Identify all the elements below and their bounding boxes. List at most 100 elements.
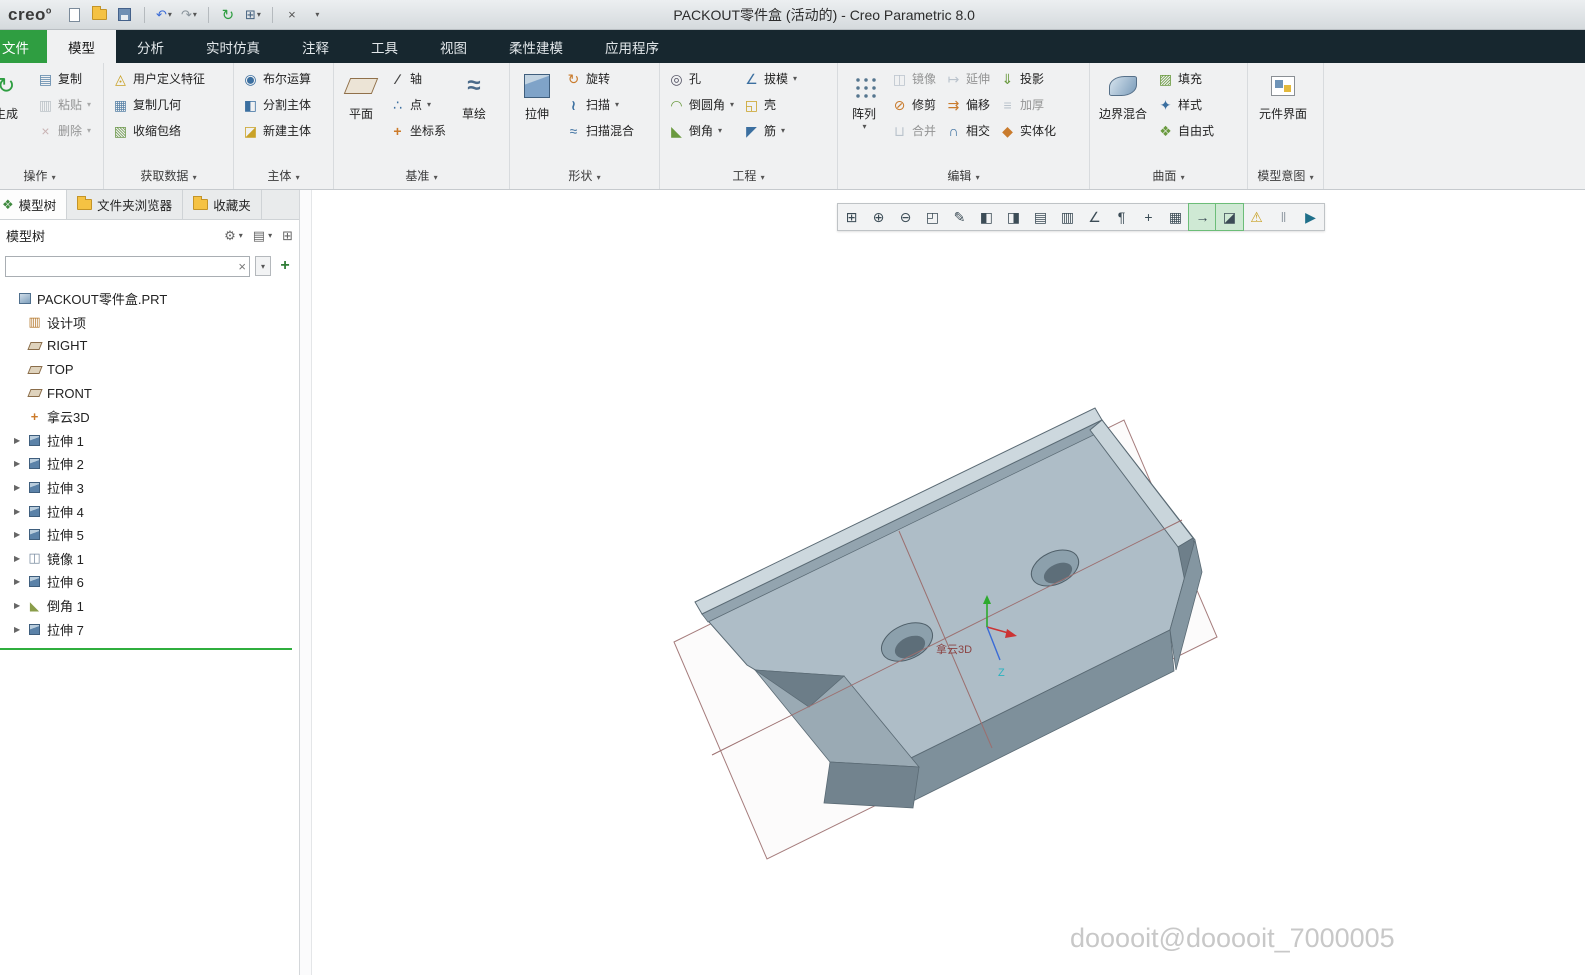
- group-label-datum[interactable]: 基准 ▾: [334, 167, 509, 188]
- extrude-button[interactable]: 拉伸: [515, 66, 559, 122]
- round-button[interactable]: ◠ 倒圆角 ▾: [665, 92, 737, 117]
- save-icon[interactable]: [116, 6, 134, 24]
- freestyle-button[interactable]: ❖ 自由式: [1154, 118, 1217, 143]
- tab-file[interactable]: 文件: [0, 30, 47, 63]
- tree-item-extrude-5[interactable]: ▶ 拉伸 5: [0, 523, 299, 547]
- search-clear-icon[interactable]: ×: [238, 259, 246, 274]
- group-label-editing[interactable]: 编辑 ▾: [838, 167, 1089, 188]
- tree-item-root[interactable]: PACKOUT零件盒.PRT: [0, 287, 299, 311]
- point-button[interactable]: ∴ 点 ▾: [386, 92, 449, 117]
- model-viewport[interactable]: 拿云3D Z dooooit@dooooit_7000005: [312, 190, 1585, 975]
- regenerate-button[interactable]: ↻ 生成: [0, 66, 31, 122]
- paste-button[interactable]: ▥ 粘贴 ▾: [34, 92, 94, 117]
- expander-icon[interactable]: ▶: [14, 554, 26, 563]
- tab-model[interactable]: 模型: [47, 30, 116, 63]
- tree-item-extrude-4[interactable]: ▶ 拉伸 4: [0, 499, 299, 523]
- group-label-surfaces[interactable]: 曲面 ▾: [1090, 167, 1247, 188]
- delete-button[interactable]: × 删除 ▾: [34, 118, 94, 143]
- fill-button[interactable]: ▨ 填充: [1154, 66, 1217, 91]
- expand-all-icon[interactable]: ⊞: [282, 228, 293, 244]
- new-body-button[interactable]: ◪ 新建主体: [239, 118, 314, 143]
- csys-button[interactable]: + 坐标系: [386, 118, 449, 143]
- tree-item-right-plane[interactable]: RIGHT: [0, 334, 299, 358]
- panel-tab-model-tree[interactable]: ❖ 模型树: [0, 190, 68, 219]
- expander-icon[interactable]: ▶: [14, 507, 26, 516]
- tree-item-design-items[interactable]: ▥ 设计项: [0, 311, 299, 335]
- panel-tab-folder-browser[interactable]: 文件夹浏览器: [67, 190, 184, 219]
- group-label-engineering[interactable]: 工程 ▾: [660, 167, 837, 188]
- rib-button[interactable]: ◤ 筋 ▾: [740, 118, 800, 143]
- project-button[interactable]: ⇓ 投影: [996, 66, 1059, 91]
- swept-blend-button[interactable]: ≈ 扫描混合: [562, 118, 637, 143]
- search-add-icon[interactable]: +: [276, 256, 294, 276]
- open-file-icon[interactable]: [91, 6, 109, 24]
- expander-icon[interactable]: ▶: [14, 625, 26, 634]
- copy-button[interactable]: ▤ 复制: [34, 66, 94, 91]
- search-dropdown-icon[interactable]: ▾: [255, 256, 271, 276]
- component-interface-button[interactable]: 元件界面: [1253, 66, 1313, 122]
- tree-item-mirror-1[interactable]: ▶ ◫ 镜像 1: [0, 547, 299, 571]
- list-options-icon[interactable]: ▤ ▾: [253, 228, 272, 244]
- tree-item-extrude-6[interactable]: ▶ 拉伸 6: [0, 570, 299, 594]
- tab-flexible-modeling[interactable]: 柔性建模: [488, 30, 584, 63]
- group-label-body[interactable]: 主体 ▾: [234, 167, 333, 188]
- tab-annotate[interactable]: 注释: [281, 30, 350, 63]
- shrinkwrap-button[interactable]: ▧ 收缩包络: [109, 118, 208, 143]
- tree-item-top-plane[interactable]: TOP: [0, 358, 299, 382]
- copy-geometry-button[interactable]: ▦ 复制几何: [109, 92, 208, 117]
- tree-item-csys[interactable]: + 拿云3D: [0, 405, 299, 429]
- sketch-button[interactable]: ≈ 草绘: [452, 66, 496, 122]
- axis-button[interactable]: ∕ 轴: [386, 66, 449, 91]
- group-label-get-data[interactable]: 获取数据 ▾: [104, 167, 233, 188]
- tree-item-extrude-1[interactable]: ▶ 拉伸 1: [0, 429, 299, 453]
- split-body-button[interactable]: ◧ 分割主体: [239, 92, 314, 117]
- sweep-button[interactable]: ≀ 扫描 ▾: [562, 92, 637, 117]
- boolean-button[interactable]: ◉ 布尔运算: [239, 66, 314, 91]
- pattern-button[interactable]: 阵列 ▾: [843, 66, 885, 131]
- panel-tab-favorites[interactable]: 收藏夹: [183, 190, 262, 219]
- group-label-operations[interactable]: 操作 ▾: [0, 167, 103, 188]
- mirror-button[interactable]: ◫ 镜像: [888, 66, 939, 91]
- tree-item-extrude-3[interactable]: ▶ 拉伸 3: [0, 476, 299, 500]
- boundary-blend-button[interactable]: 边界混合: [1095, 66, 1151, 122]
- tree-search-input[interactable]: [5, 255, 250, 277]
- extend-button[interactable]: ↦ 延伸: [942, 66, 993, 91]
- hole-button[interactable]: ◎ 孔: [665, 66, 737, 91]
- tab-view[interactable]: 视图: [419, 30, 488, 63]
- trim-button[interactable]: ⊘ 修剪: [888, 92, 939, 117]
- new-file-icon[interactable]: [66, 6, 84, 24]
- close-window-icon[interactable]: ×: [283, 6, 301, 24]
- tree-item-chamfer-1[interactable]: ▶ ◣ 倒角 1: [0, 594, 299, 618]
- redo-icon[interactable]: ↷ ▾: [180, 6, 198, 24]
- revolve-button[interactable]: ↻ 旋转: [562, 66, 637, 91]
- solidify-button[interactable]: ◆ 实体化: [996, 118, 1059, 143]
- window-settings-icon[interactable]: ⊞ ▾: [244, 6, 262, 24]
- group-label-shapes[interactable]: 形状 ▾: [510, 167, 659, 188]
- tab-analysis[interactable]: 分析: [116, 30, 185, 63]
- chamfer-button[interactable]: ◣ 倒角 ▾: [665, 118, 737, 143]
- draft-button[interactable]: ∠ 拔模 ▾: [740, 66, 800, 91]
- regenerate-icon[interactable]: ↻: [219, 6, 237, 24]
- undo-icon[interactable]: ↶ ▾: [155, 6, 173, 24]
- datum-plane-button[interactable]: 平面: [339, 66, 383, 122]
- expander-icon[interactable]: ▶: [14, 459, 26, 468]
- expander-icon[interactable]: ▶: [14, 530, 26, 539]
- toolbar-more-icon[interactable]: ▾: [308, 6, 326, 24]
- udf-button[interactable]: ◬ 用户定义特征: [109, 66, 208, 91]
- tab-applications[interactable]: 应用程序: [584, 30, 680, 63]
- group-label-model-intent[interactable]: 模型意图 ▾: [1248, 167, 1323, 188]
- tree-item-front-plane[interactable]: FRONT: [0, 381, 299, 405]
- settings-icon[interactable]: ⚙ ▾: [224, 228, 243, 244]
- expander-icon[interactable]: ▶: [14, 436, 26, 445]
- tree-item-extrude-7[interactable]: ▶ 拉伸 7: [0, 617, 299, 641]
- insert-locator-line[interactable]: [0, 647, 292, 650]
- tab-live-simulation[interactable]: 实时仿真: [185, 30, 281, 63]
- offset-button[interactable]: ⇉ 偏移: [942, 92, 993, 117]
- tree-item-extrude-2[interactable]: ▶ 拉伸 2: [0, 452, 299, 476]
- tab-tools[interactable]: 工具: [350, 30, 419, 63]
- expander-icon[interactable]: ▶: [14, 601, 26, 610]
- panel-splitter[interactable]: [300, 190, 312, 975]
- style-button[interactable]: ✦ 样式: [1154, 92, 1217, 117]
- intersect-button[interactable]: ∩ 相交: [942, 118, 993, 143]
- thicken-button[interactable]: ≡ 加厚: [996, 92, 1059, 117]
